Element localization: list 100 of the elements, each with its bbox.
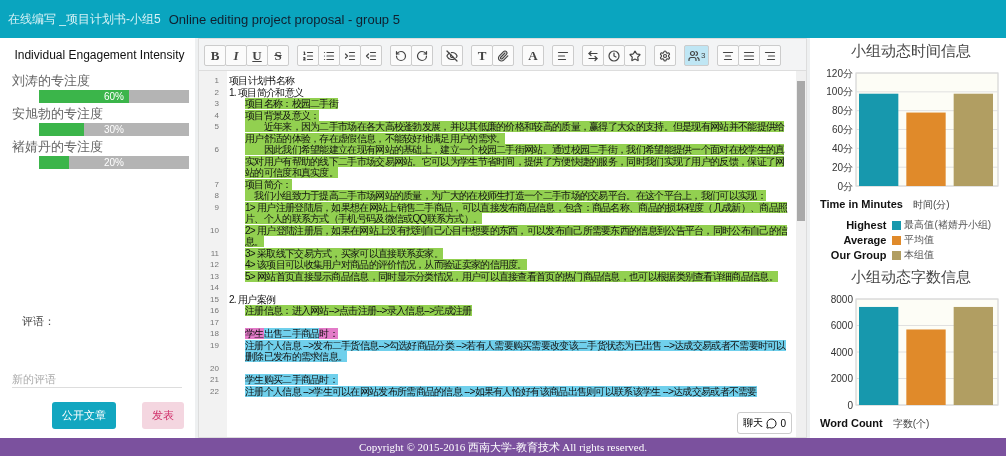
line-number: 5 xyxy=(213,121,220,133)
clock-icon xyxy=(608,49,620,62)
line-number: 14 xyxy=(209,282,220,294)
line-number: 15 xyxy=(209,293,220,305)
engagement-percent: 60% xyxy=(103,90,125,103)
format-button[interactable]: T xyxy=(471,45,493,66)
legend-note: Average xyxy=(842,234,887,246)
align-right-icon xyxy=(764,49,777,62)
toolbar-button[interactable] xyxy=(654,45,676,66)
axis-tick-label: 0分 xyxy=(837,180,853,192)
toolbar-button[interactable] xyxy=(390,45,412,66)
toolbar-button[interactable] xyxy=(339,45,361,66)
eye-off-icon xyxy=(446,49,458,62)
line-number: 16 xyxy=(209,305,220,317)
panel-title: Individual Engagement Intensity xyxy=(13,48,186,62)
format-button[interactable]: I xyxy=(225,45,247,66)
toolbar-button[interactable] xyxy=(297,45,319,66)
line-number: 17 xyxy=(209,316,220,328)
axis-tick-label: 2000 xyxy=(830,373,853,384)
line-number: 3 xyxy=(213,98,220,110)
comment-field[interactable]: 新的评语 xyxy=(12,371,182,388)
text-line: 项目计划书名称 xyxy=(229,75,296,87)
member-name: 刘涛的专注度 xyxy=(12,72,91,90)
toolbar-button[interactable] xyxy=(624,45,646,66)
page-subtitle: Online editing project proposal - group 5 xyxy=(168,11,400,27)
justify-icon xyxy=(743,49,756,62)
toolbar-button[interactable] xyxy=(360,45,382,66)
align-center-icon xyxy=(722,49,735,62)
member-name: 安旭勃的专注度 xyxy=(12,105,104,123)
axis-tick-label: 100分 xyxy=(826,86,853,98)
line-number: 11 xyxy=(209,247,220,259)
line-number: 6 xyxy=(213,144,220,156)
chart-title: 小组动态字数信息 xyxy=(850,268,972,287)
post-button[interactable]: 发表 xyxy=(142,402,184,429)
axis-tick-label: 8000 xyxy=(830,293,853,305)
align-left-icon xyxy=(557,49,569,62)
outdent-icon xyxy=(365,49,377,62)
page-title: 在线编写 _项目计划书-小组5 xyxy=(8,10,161,28)
toolbar-button[interactable] xyxy=(738,45,761,66)
legend-item: 本组值 xyxy=(892,248,1002,262)
line-number: 4 xyxy=(213,109,220,121)
text-area[interactable] xyxy=(199,71,806,437)
axis-label: 字数(个) xyxy=(892,417,930,431)
format-button[interactable]: U xyxy=(246,45,268,66)
indent-icon xyxy=(344,49,356,62)
line-number: 7 xyxy=(213,178,220,190)
axis-tick-label: 60分 xyxy=(831,124,853,135)
engagement-percent: 20% xyxy=(103,156,125,169)
toolbar-button[interactable] xyxy=(492,45,514,66)
comment-icon xyxy=(766,417,778,429)
text-line: 2. 用户案例 xyxy=(229,293,277,305)
axis-tick-label: 80分 xyxy=(831,105,853,117)
toolbar-button[interactable] xyxy=(411,45,433,66)
format-button[interactable]: A xyxy=(522,45,544,66)
axis-tick-label: 120分 xyxy=(826,67,853,79)
line-number: 21 xyxy=(209,374,220,386)
toolbar-button[interactable]: 3 xyxy=(684,45,710,66)
toolbar-button[interactable] xyxy=(717,45,740,66)
toolbar-button[interactable] xyxy=(582,45,604,66)
text-line: 学生出售二手商品时： xyxy=(245,328,340,340)
toolbar-button[interactable] xyxy=(552,45,574,66)
users-icon xyxy=(688,49,700,62)
swap-icon xyxy=(587,49,599,62)
undo-icon xyxy=(395,49,407,62)
line-number: 22 xyxy=(209,385,220,397)
line-number: 19 xyxy=(209,339,220,352)
format-button[interactable]: S xyxy=(267,45,289,66)
line-number: 1 xyxy=(213,75,220,87)
legend-item: 平均值 xyxy=(892,233,1002,247)
axis-tick-label: 40分 xyxy=(831,142,853,154)
comment-label: 评语： xyxy=(22,314,56,329)
line-number: 18 xyxy=(209,328,220,340)
legend-note: Our Group xyxy=(829,249,887,261)
scrollbar[interactable] xyxy=(796,71,806,437)
legend-note: Highest xyxy=(845,219,887,231)
axis-tick-label: 6000 xyxy=(830,320,853,331)
axis-note: Word Count xyxy=(820,417,883,429)
chat-button[interactable]: 聊天 0 xyxy=(737,412,792,434)
axis-tick-label: 4000 xyxy=(830,346,853,358)
redo-icon xyxy=(416,49,428,62)
axis-note: Time in Minutes xyxy=(820,198,903,210)
member-name: 褚婧丹的专注度 xyxy=(12,138,104,156)
settings-icon xyxy=(659,49,671,62)
toolbar-button[interactable] xyxy=(603,45,625,66)
legend-item: 最高值(褚婧丹小组) xyxy=(892,218,1002,232)
star-icon xyxy=(629,49,641,62)
footer-text: Copyright © 2015-2016 西南大学-教育技术 All rights reserved. xyxy=(0,438,1006,456)
toolbar-button[interactable] xyxy=(759,45,782,66)
text-line: 1. 项目简介和意义 xyxy=(229,86,305,98)
format-button[interactable]: B xyxy=(204,45,226,66)
line-number: 8 xyxy=(213,190,220,202)
chart-title: 小组动态时间信息 xyxy=(850,42,972,61)
paperclip-icon xyxy=(497,49,509,62)
line-number: 13 xyxy=(209,270,220,282)
toolbar-button[interactable] xyxy=(441,45,463,66)
toolbar-button[interactable] xyxy=(318,45,340,66)
axis-tick-label: 0 xyxy=(847,399,853,411)
line-number: 2 xyxy=(213,86,220,98)
axis-tick-label: 20分 xyxy=(831,161,853,173)
ordered-list-icon xyxy=(302,49,314,62)
